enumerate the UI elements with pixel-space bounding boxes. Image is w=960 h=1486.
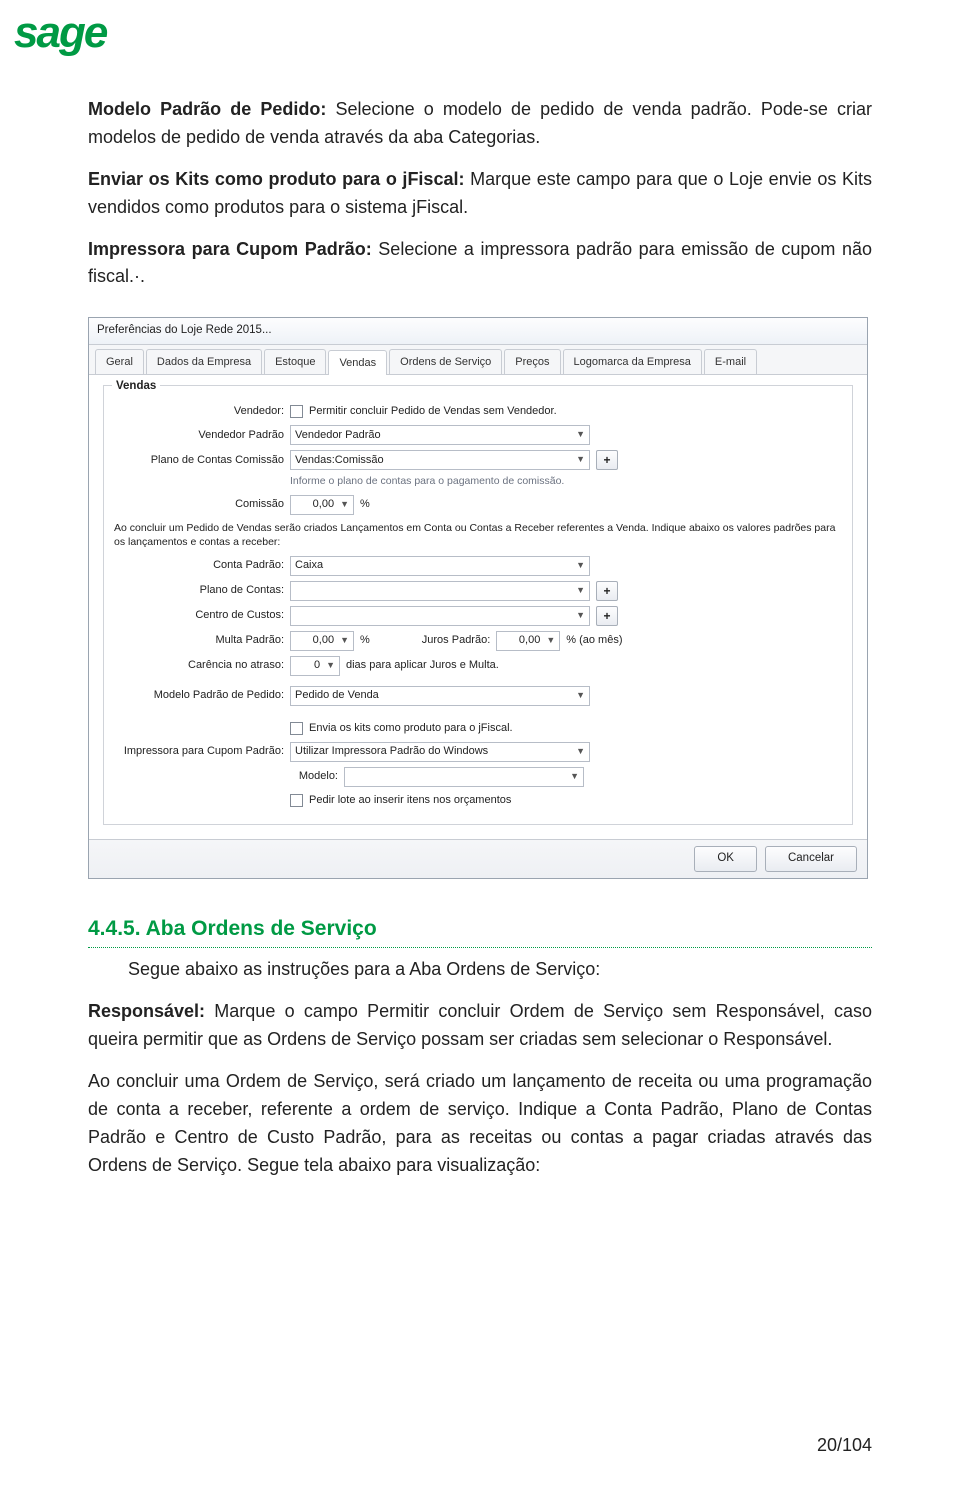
ok-button[interactable]: OK (694, 846, 757, 872)
lote-checkbox[interactable] (290, 794, 303, 807)
tab-bar: Geral Dados da Empresa Estoque Vendas Or… (89, 345, 867, 375)
lote-checkbox-label: Pedir lote ao inserir itens nos orçament… (309, 792, 511, 809)
section-intro: Segue abaixo as instruções para a Aba Or… (88, 956, 872, 984)
tab-geral[interactable]: Geral (95, 349, 144, 374)
comissao-label: Comissão (114, 496, 284, 513)
term-responsavel: Responsável: (88, 1001, 205, 1021)
chevron-down-icon: ▼ (340, 634, 349, 648)
term-modelo-pedido: Modelo Padrão de Pedido: (88, 99, 326, 119)
juros-unit: % (ao mês) (566, 632, 622, 649)
page-content: Modelo Padrão de Pedido: Selecione o mod… (0, 0, 960, 1180)
section-number: 4.4.5. (88, 917, 141, 940)
logo: sage (14, 8, 106, 58)
chevron-down-icon: ▼ (576, 428, 585, 442)
window-title: Preferências do Loje Rede 2015... (89, 318, 867, 345)
centro-custos-add-button[interactable]: + (596, 606, 618, 626)
tab-precos[interactable]: Preços (504, 349, 560, 374)
term-impressora: Impressora para Cupom Padrão: (88, 239, 372, 259)
chevron-down-icon: ▼ (570, 770, 579, 784)
conta-padrao-label: Conta Padrão: (114, 557, 284, 574)
multa-label: Multa Padrão: (114, 632, 284, 649)
vendas-groupbox: Vendas Vendedor: Permitir concluir Pedid… (103, 385, 853, 825)
vendedor-padrao-select[interactable]: Vendedor Padrão ▼ (290, 425, 590, 445)
chevron-down-icon: ▼ (546, 634, 555, 648)
vendedor-padrao-value: Vendedor Padrão (295, 427, 381, 444)
tab-ordens-servico[interactable]: Ordens de Serviço (389, 349, 502, 374)
chevron-down-icon: ▼ (576, 689, 585, 703)
comissao-unit: % (360, 496, 370, 513)
group-legend: Vendas (112, 378, 160, 396)
vendedor-checkbox[interactable] (290, 405, 303, 418)
carencia-unit: dias para aplicar Juros e Multa. (346, 657, 499, 674)
vendedor-checkbox-label: Permitir concluir Pedido de Vendas sem V… (309, 403, 557, 420)
page-number: 20/104 (817, 1435, 872, 1456)
juros-label: Juros Padrão: (422, 632, 490, 649)
plano-contas-label: Plano de Contas: (114, 582, 284, 599)
cancel-button[interactable]: Cancelar (765, 846, 857, 872)
plano-contas-add-button[interactable]: + (596, 581, 618, 601)
multa-unit: % (360, 632, 370, 649)
paragraph-responsavel: Responsável: Marque o campo Permitir con… (88, 998, 872, 1054)
help-text: Ao concluir um Pedido de Vendas serão cr… (114, 521, 842, 550)
conta-padrao-value: Caixa (295, 557, 323, 574)
tab-estoque[interactable]: Estoque (264, 349, 326, 374)
vendedor-padrao-label: Vendedor Padrão (114, 427, 284, 444)
section-divider (88, 947, 872, 948)
chevron-down-icon: ▼ (340, 498, 349, 512)
chevron-down-icon: ▼ (576, 453, 585, 467)
vendedor-label: Vendedor: (114, 403, 284, 420)
multa-value: 0,00 (313, 632, 334, 649)
dialog-footer: OK Cancelar (89, 839, 867, 878)
centro-custos-label: Centro de Custos: (114, 607, 284, 624)
centro-custos-select[interactable]: ▼ (290, 606, 590, 626)
tab-logomarca[interactable]: Logomarca da Empresa (563, 349, 702, 374)
chevron-down-icon: ▼ (576, 559, 585, 573)
tab-dados-empresa[interactable]: Dados da Empresa (146, 349, 262, 374)
paragraph-conclusao-os: Ao concluir uma Ordem de Serviço, será c… (88, 1068, 872, 1180)
plano-comissao-select[interactable]: Vendas:Comissão ▼ (290, 450, 590, 470)
plano-comissao-hint: Informe o plano de contas para o pagamen… (290, 473, 842, 489)
carencia-spinner[interactable]: 0 ▼ (290, 656, 340, 676)
juros-value: 0,00 (519, 632, 540, 649)
conta-padrao-select[interactable]: Caixa ▼ (290, 556, 590, 576)
impressora-select[interactable]: Utilizar Impressora Padrão do Windows ▼ (290, 742, 590, 762)
paragraph-modelo-pedido: Modelo Padrão de Pedido: Selecione o mod… (88, 96, 872, 152)
carencia-value: 0 (314, 657, 320, 674)
comissao-spinner[interactable]: 0,00 ▼ (290, 495, 354, 515)
multa-spinner[interactable]: 0,00 ▼ (290, 631, 354, 651)
tab-panel: Vendas Vendedor: Permitir concluir Pedid… (89, 375, 867, 839)
juros-spinner[interactable]: 0,00 ▼ (496, 631, 560, 651)
kits-checkbox-label: Envia os kits como produto para o jFisca… (309, 720, 513, 737)
modelo-pedido-value: Pedido de Venda (295, 687, 379, 704)
paragraph-impressora: Impressora para Cupom Padrão: Selecione … (88, 236, 872, 292)
tab-email[interactable]: E-mail (704, 349, 757, 374)
carencia-label: Carência no atraso: (114, 657, 284, 674)
plano-contas-select[interactable]: ▼ (290, 581, 590, 601)
comissao-value: 0,00 (313, 496, 334, 513)
desc-responsavel: Marque o campo Permitir concluir Ordem d… (88, 1001, 872, 1049)
kits-checkbox[interactable] (290, 722, 303, 735)
plano-comissao-label: Plano de Contas Comissão (114, 452, 284, 469)
chevron-down-icon: ▼ (576, 745, 585, 759)
plano-comissao-add-button[interactable]: + (596, 450, 618, 470)
chevron-down-icon: ▼ (576, 584, 585, 598)
preferences-window: Preferências do Loje Rede 2015... Geral … (88, 317, 868, 878)
modelo-select[interactable]: ▼ (344, 767, 584, 787)
impressora-label: Impressora para Cupom Padrão: (114, 743, 284, 760)
section-heading: 4.4.5. Aba Ordens de Serviço (88, 913, 872, 946)
tab-vendas[interactable]: Vendas (328, 350, 387, 375)
chevron-down-icon: ▼ (576, 609, 585, 623)
modelo-pedido-select[interactable]: Pedido de Venda ▼ (290, 686, 590, 706)
impressora-value: Utilizar Impressora Padrão do Windows (295, 743, 488, 760)
section-title: Aba Ordens de Serviço (141, 917, 377, 940)
modelo-label: Modelo: (290, 768, 338, 785)
term-enviar-kits: Enviar os Kits como produto para o jFisc… (88, 169, 464, 189)
plano-comissao-value: Vendas:Comissão (295, 452, 384, 469)
chevron-down-icon: ▼ (326, 659, 335, 673)
modelo-pedido-label: Modelo Padrão de Pedido: (114, 687, 284, 704)
paragraph-enviar-kits: Enviar os Kits como produto para o jFisc… (88, 166, 872, 222)
